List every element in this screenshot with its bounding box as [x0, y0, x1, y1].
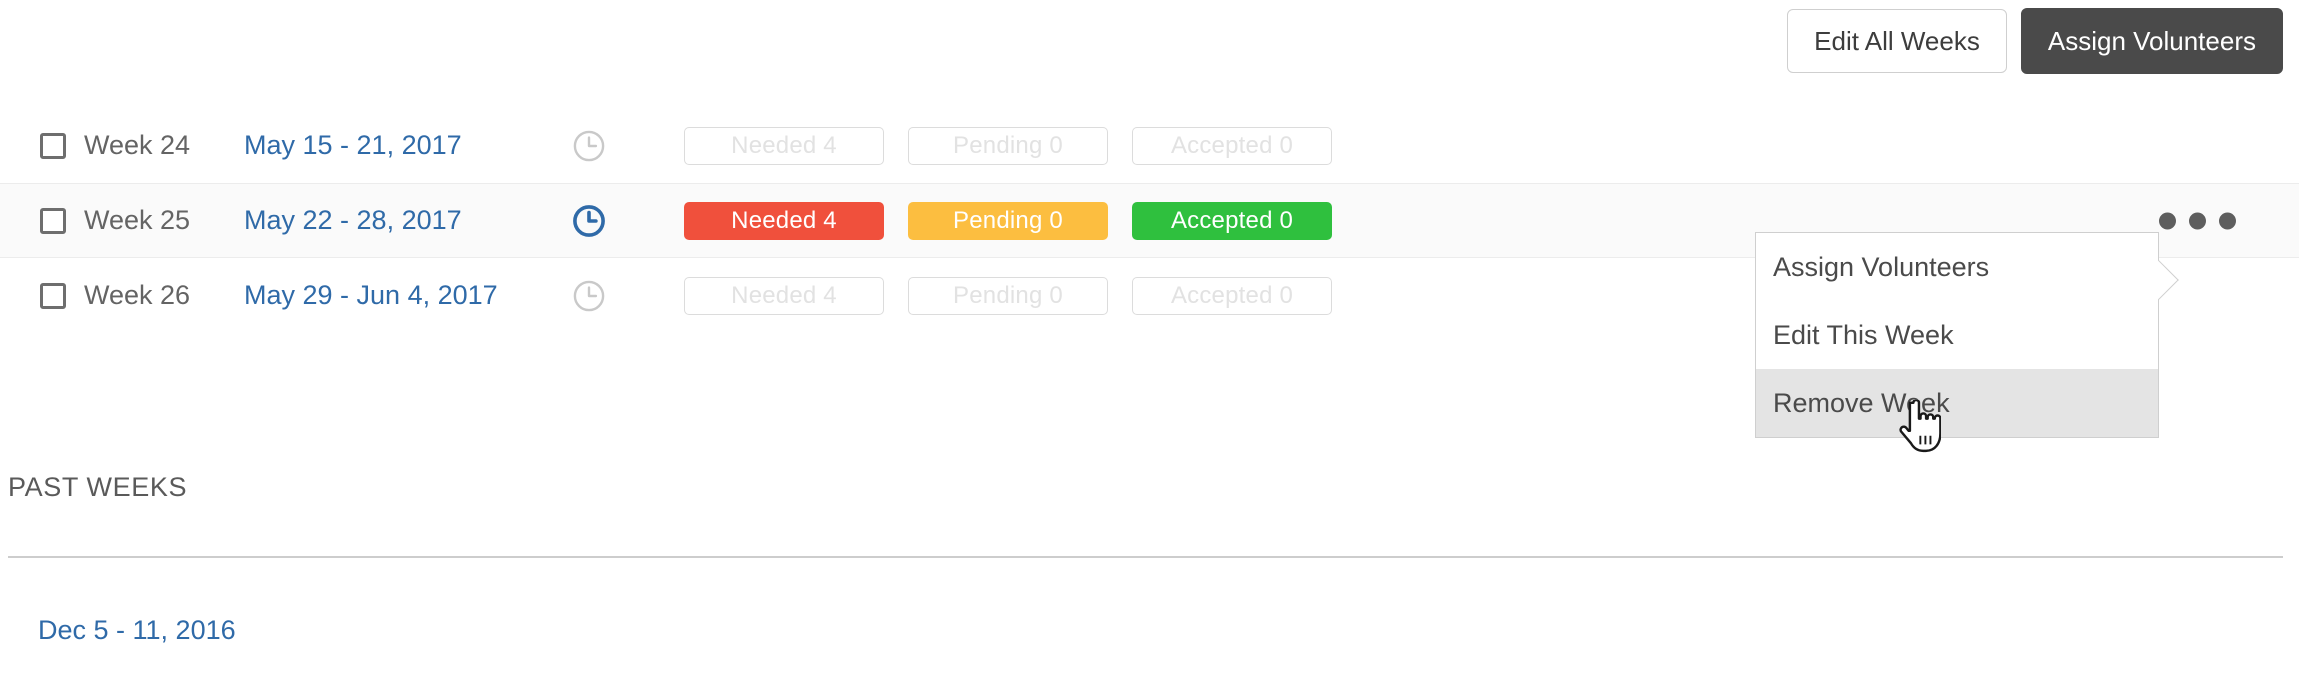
week-select-checkbox[interactable]: [40, 282, 66, 309]
week-select-checkbox[interactable]: [40, 132, 66, 159]
past-week-row[interactable]: Dec 5 - 11, 2016: [38, 615, 236, 646]
assign-volunteers-button[interactable]: Assign Volunteers: [2020, 8, 2283, 74]
week-status-badges: Needed 4 Pending 0 Accepted 0: [684, 276, 1332, 315]
week-row: Week 24 May 15 - 21, 2017 Needed 4 Pending …: [0, 108, 2299, 183]
badge-needed[interactable]: Needed 4: [684, 126, 884, 165]
weeks-scheduler-page: Edit All Weeks Assign Volunteers Week 24…: [0, 0, 2299, 677]
week-date-range-link[interactable]: May 15 - 21, 2017: [244, 130, 544, 161]
clock-icon[interactable]: [566, 203, 612, 239]
past-weeks-heading: PAST WEEKS: [8, 472, 188, 502]
badge-needed[interactable]: Needed 4: [684, 201, 884, 240]
week-actions-kebab-icon[interactable]: [2159, 212, 2236, 229]
week-status-badges: Needed 4 Pending 0 Accepted 0: [684, 201, 1332, 240]
week-status-badges: Needed 4 Pending 0 Accepted 0: [684, 126, 1332, 165]
badge-pending[interactable]: Pending 0: [908, 126, 1108, 165]
edit-all-weeks-button[interactable]: Edit All Weeks: [1787, 9, 2007, 73]
week-number-label: Week 25: [84, 205, 191, 235]
week-number-label: Week 24: [84, 130, 191, 160]
week-context-menu: Assign Volunteers Edit This Week Remove We…: [1755, 232, 2179, 438]
menu-item-remove-week[interactable]: Remove Week: [1756, 369, 2158, 437]
badge-pending[interactable]: Pending 0: [908, 201, 1108, 240]
badge-accepted[interactable]: Accepted 0: [1132, 201, 1332, 240]
badge-accepted[interactable]: Accepted 0: [1132, 276, 1332, 315]
week-number-label: Week 26: [84, 280, 191, 310]
badge-needed[interactable]: Needed 4: [684, 276, 884, 315]
badge-pending[interactable]: Pending 0: [908, 276, 1108, 315]
page-toolbar: Edit All Weeks Assign Volunteers: [1787, 8, 2283, 74]
menu-item-assign-volunteers[interactable]: Assign Volunteers: [1756, 233, 2158, 301]
clock-icon[interactable]: [566, 128, 612, 164]
week-select-checkbox[interactable]: [40, 207, 66, 234]
week-date-range-link[interactable]: May 29 - Jun 4, 2017: [244, 280, 544, 311]
badge-accepted[interactable]: Accepted 0: [1132, 126, 1332, 165]
clock-icon[interactable]: [566, 278, 612, 314]
week-date-range-link[interactable]: May 22 - 28, 2017: [244, 205, 544, 236]
past-weeks-divider: [8, 556, 2283, 558]
menu-item-edit-this-week[interactable]: Edit This Week: [1756, 301, 2158, 369]
